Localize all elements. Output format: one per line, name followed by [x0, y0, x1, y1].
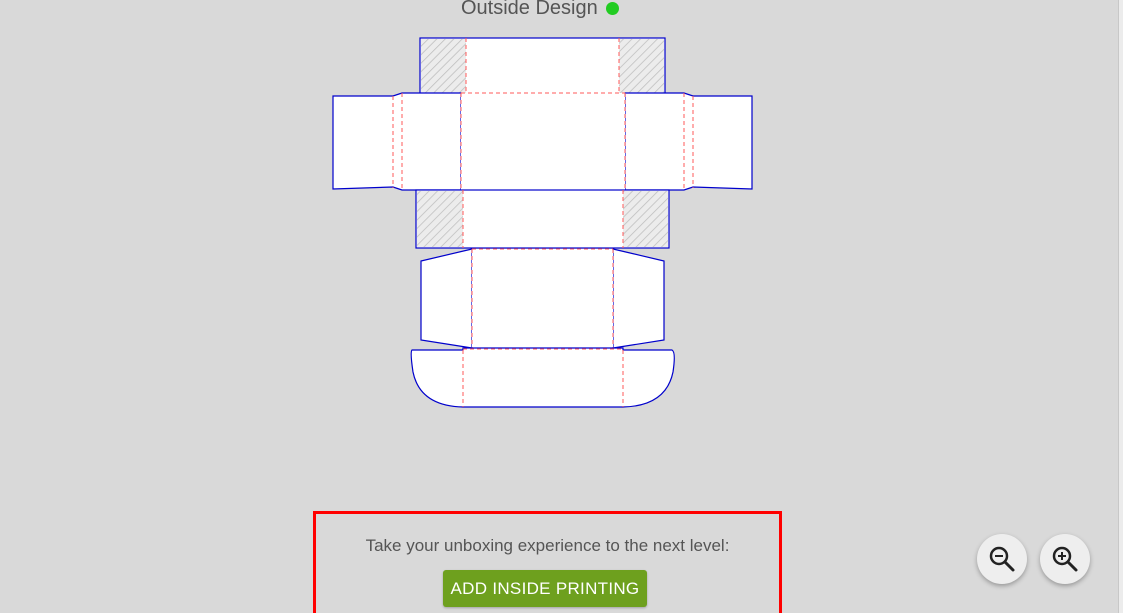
- promo-text: Take your unboxing experience to the nex…: [365, 536, 730, 555]
- zoom-out-icon: [989, 546, 1015, 572]
- zoom-in-icon: [1052, 546, 1078, 572]
- bottom-panel[interactable]: [420, 248, 665, 349]
- side-panels-row[interactable]: [332, 92, 753, 191]
- add-inside-printing-button[interactable]: ADD INSIDE PRINTING: [443, 570, 647, 607]
- zoom-in-button[interactable]: [1040, 534, 1090, 584]
- top-flap-panel[interactable]: [419, 37, 666, 96]
- design-canvas: Outside Design Take your unboxing experi…: [0, 0, 1123, 613]
- back-panel[interactable]: [415, 189, 670, 249]
- glue-area: [619, 39, 664, 94]
- glue-area: [421, 39, 466, 94]
- glue-area: [417, 191, 463, 247]
- scrollbar-edge[interactable]: [1118, 0, 1123, 613]
- tuck-flap[interactable]: [410, 347, 675, 408]
- inside-printing-promo: Take your unboxing experience to the nex…: [313, 511, 782, 613]
- zoom-out-button[interactable]: [977, 534, 1027, 584]
- glue-area: [623, 191, 668, 247]
